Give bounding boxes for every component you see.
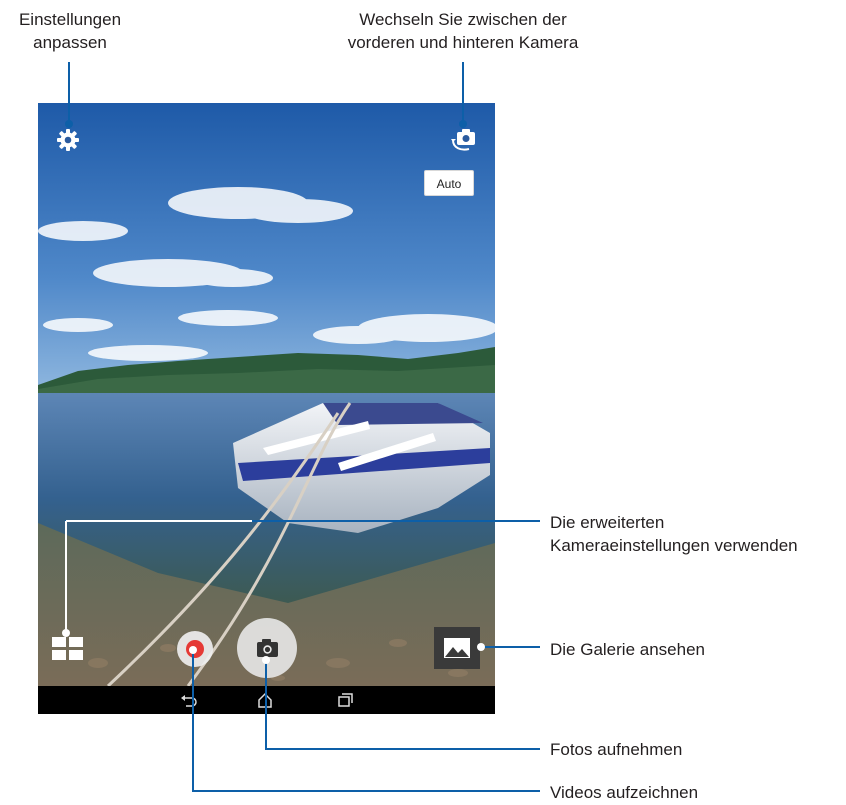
camera-icon	[257, 639, 278, 657]
callout-settings-line1: Einstellungen	[18, 10, 122, 29]
record-icon	[186, 640, 204, 658]
switch-camera-button[interactable]	[449, 126, 479, 154]
callout-advanced-line1: Die erweiterten	[550, 513, 665, 532]
navigation-bar	[38, 686, 495, 714]
grid-icon	[52, 637, 83, 660]
camera-modes-button[interactable]	[52, 637, 84, 661]
scene-mode-button[interactable]: Auto	[424, 170, 474, 196]
back-icon	[181, 695, 197, 707]
image-icon	[444, 638, 470, 658]
camera-switch-icon	[451, 129, 475, 151]
callout-settings: Einstellungen anpassen	[0, 8, 140, 54]
callout-gallery: Die Galerie ansehen	[550, 640, 705, 659]
callout-switch-line2: vorderen und hinteren Kamera	[347, 33, 579, 52]
record-video-button[interactable]	[177, 631, 213, 667]
callout-settings-line2: anpassen	[33, 33, 107, 52]
gear-icon	[57, 129, 79, 151]
callout-video: Videos aufzeichnen	[550, 783, 699, 802]
recent-apps-icon	[338, 693, 353, 707]
camera-screen: Auto	[38, 103, 495, 714]
callout-switch-camera: Wechseln Sie zwischen der vorderen und h…	[338, 8, 588, 54]
callout-advanced-settings: Die erweiterten Kameraeinstellungen verw…	[550, 511, 798, 557]
home-button[interactable]	[255, 690, 275, 710]
home-icon	[258, 692, 272, 708]
recent-apps-button[interactable]	[334, 690, 354, 710]
shutter-button[interactable]	[237, 618, 297, 678]
gallery-button[interactable]	[434, 627, 480, 669]
callout-photo: Fotos aufnehmen	[550, 740, 683, 759]
settings-button[interactable]	[56, 128, 80, 152]
back-button[interactable]	[178, 690, 198, 710]
callout-switch-line1: Wechseln Sie zwischen der	[359, 10, 567, 29]
callout-advanced-line2: Kameraeinstellungen verwenden	[550, 536, 798, 555]
